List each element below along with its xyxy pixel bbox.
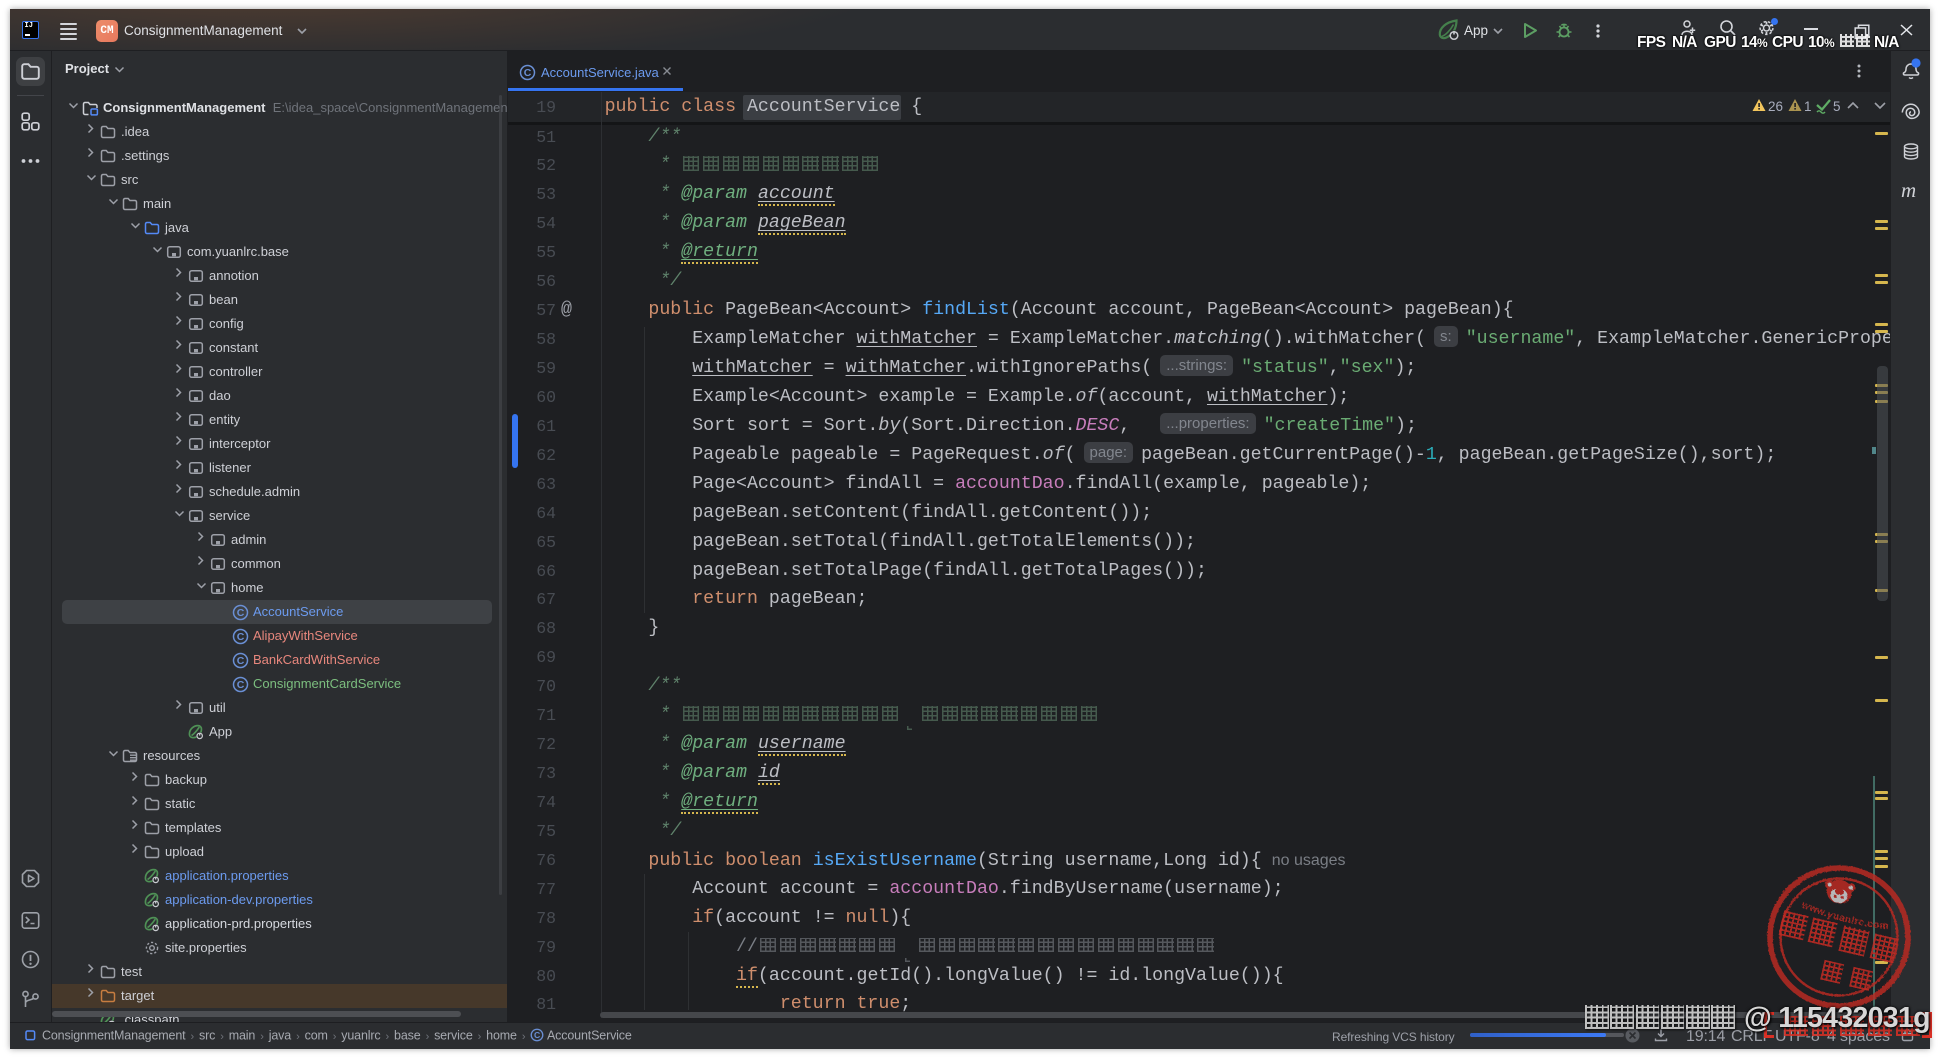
svg-text:C: C	[237, 679, 245, 691]
svg-text:C: C	[524, 67, 532, 79]
svg-text:C: C	[237, 607, 245, 619]
svg-text:C: C	[534, 1030, 540, 1040]
svg-text:C: C	[237, 655, 245, 667]
svg-text:1: 1	[1804, 99, 1812, 114]
svg-text:26: 26	[1768, 99, 1783, 114]
svg-text:5: 5	[1833, 99, 1841, 114]
svg-text:C: C	[237, 631, 245, 643]
